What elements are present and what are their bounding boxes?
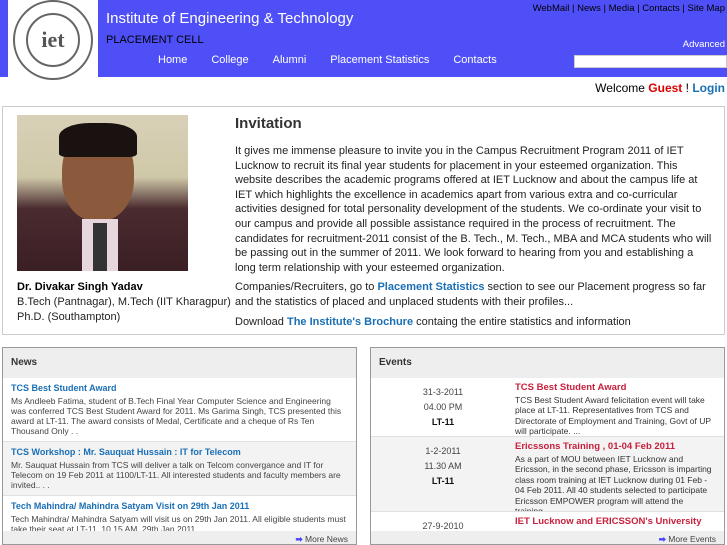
advanced-search-link[interactable]: Advanced: [683, 39, 725, 50]
nav-alumni[interactable]: Alumni: [273, 54, 307, 66]
brochure-link[interactable]: The Institute's Brochure: [287, 316, 413, 328]
more-events-link[interactable]: ➡ More Events: [371, 531, 724, 544]
event-date: 1-2-2011: [425, 446, 461, 456]
news-desc: Ms Andleeb Fatima, student of B.Tech Fin…: [11, 396, 342, 436]
nav-placement-statistics[interactable]: Placement Statistics: [330, 54, 429, 66]
nav-college[interactable]: College: [211, 54, 248, 66]
event-title[interactable]: Ericssons Training , 01-04 Feb 2011: [515, 441, 718, 452]
news-title[interactable]: TCS Workshop : Mr. Sauquat Hussain : IT …: [11, 447, 348, 457]
more-news-label: More News: [305, 534, 348, 544]
invitation-section: Dr. Divakar Singh Yadav B.Tech (Pantnaga…: [2, 106, 725, 335]
logo-text: iet: [26, 13, 80, 67]
event-title[interactable]: TCS Best Student Award: [515, 382, 718, 393]
events-panel: Events 31-3-2011 04.00 PM LT-11 TCS Best S…: [370, 347, 725, 545]
recruiters-paragraph: Companies/Recruiters, go to Placement St…: [235, 280, 715, 309]
invitation-heading: Invitation: [235, 115, 302, 132]
nav-home[interactable]: Home: [158, 54, 187, 66]
director-name: Dr. Divakar Singh Yadav: [17, 281, 143, 293]
news-item: TCS Best Student Award Ms Andleeb Fatima,…: [3, 378, 356, 442]
text: Companies/Recruiters, go to: [235, 281, 375, 294]
welcome-text: Welcome: [595, 81, 645, 95]
news-item: TCS Workshop : Mr. Sauquat Hussain : IT …: [3, 442, 356, 496]
news-panel: News TCS Best Student Award Ms Andleeb Fa…: [2, 347, 357, 545]
link-contacts[interactable]: Contacts: [642, 3, 680, 14]
welcome-sep: !: [685, 81, 689, 95]
nav-contacts[interactable]: Contacts: [453, 54, 496, 66]
placement-statistics-link[interactable]: Placement Statistics: [377, 281, 484, 293]
director-degrees: B.Tech (Pantnagar), M.Tech (IIT Kharagpu…: [17, 296, 231, 323]
site-subtitle: PLACEMENT CELL: [106, 34, 204, 46]
text: Download: [235, 315, 284, 328]
news-title[interactable]: TCS Best Student Award: [11, 383, 348, 393]
event-title[interactable]: IET Lucknow and ERICSSON's University: [515, 516, 718, 527]
news-desc: Mr. Sauquat Hussain from TCS will delive…: [11, 460, 341, 490]
event-venue: LT-11: [431, 417, 455, 427]
invitation-content: Invitation It gives me immense pleasure …: [235, 115, 715, 334]
iet-logo[interactable]: iet: [8, 0, 98, 80]
header-bar: iet Institute of Engineering & Technolog…: [0, 0, 727, 80]
more-news-link[interactable]: ➡ More News: [3, 531, 356, 544]
link-news[interactable]: News: [577, 3, 601, 14]
news-heading: News: [11, 357, 38, 368]
link-sitemap[interactable]: Site Map: [688, 3, 726, 14]
event-item: 31-3-2011 04.00 PM LT-11 TCS Best Student …: [371, 378, 724, 437]
event-venue: LT-11: [431, 476, 455, 486]
arrow-right-icon: ➡: [658, 534, 666, 544]
arrow-right-icon: ➡: [295, 534, 303, 544]
link-media[interactable]: Media: [609, 3, 635, 14]
text: containg the entire statistics and infor…: [416, 315, 631, 328]
invitation-paragraph: It gives me immense pleasure to invite y…: [235, 145, 712, 274]
event-time: 04.00 PM: [423, 402, 463, 412]
event-desc: TCS Best Student Award felicitation even…: [515, 395, 711, 437]
welcome-bar: Welcome Guest ! Login: [595, 81, 725, 95]
search-input[interactable]: [574, 55, 727, 68]
director-photo: [17, 115, 188, 271]
brochure-paragraph: Download The Institute's Brochure contai…: [235, 315, 715, 330]
more-events-label: More Events: [668, 534, 716, 544]
login-link[interactable]: Login: [692, 81, 725, 95]
event-date: 31-3-2011: [422, 387, 464, 397]
events-heading: Events: [379, 357, 412, 368]
site-title: Institute of Engineering & Technology: [106, 10, 354, 27]
link-webmail[interactable]: WebMail: [533, 3, 570, 14]
top-links: WebMail | News | Media | Contacts | Site…: [532, 3, 726, 14]
event-time: 11.30 AM: [424, 461, 462, 471]
main-nav: Home College Alumni Placement Statistics…: [158, 54, 521, 66]
username: Guest: [648, 81, 683, 95]
event-desc: As a part of MOU between IET Lucknow and…: [515, 454, 712, 512]
news-title[interactable]: Tech Mahindra/ Mahindra Satyam Visit on …: [11, 501, 348, 511]
event-item: 1-2-2011 11.30 AM LT-11 Ericssons Training…: [371, 437, 724, 512]
